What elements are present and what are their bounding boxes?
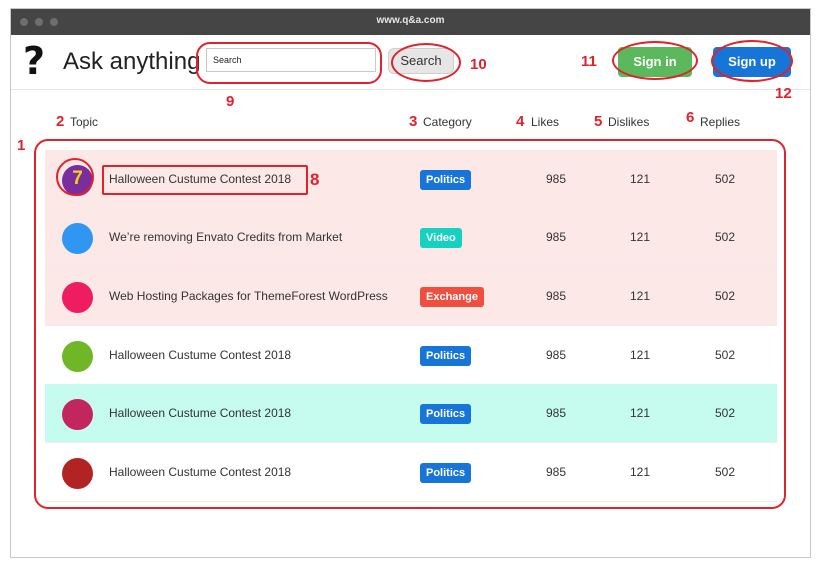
column-header-dislikes[interactable]: Dislikes xyxy=(608,115,649,129)
column-header-topic[interactable]: Topic xyxy=(70,115,98,129)
annotation-1: 1 xyxy=(17,137,26,154)
annotation-2: 2 xyxy=(56,113,65,130)
annotation-11: 11 xyxy=(581,53,597,70)
annotation-ring-topic-title xyxy=(102,165,308,195)
annotation-8: 8 xyxy=(310,170,320,189)
annotation-ring-sign-up xyxy=(711,40,793,82)
browser-titlebar: www.q&a.com xyxy=(11,9,810,35)
column-header-likes[interactable]: Likes xyxy=(531,115,559,129)
annotation-6: 6 xyxy=(686,109,695,126)
annotation-9: 9 xyxy=(226,93,235,110)
url-text: www.q&a.com xyxy=(376,15,445,26)
annotation-12: 12 xyxy=(775,85,792,102)
question-mark-logo-icon[interactable]: ? xyxy=(23,39,45,83)
site-title: Ask anything xyxy=(63,48,201,75)
annotation-5: 5 xyxy=(594,113,603,130)
annotation-ring-avatar xyxy=(56,158,94,196)
column-header-category[interactable]: Category xyxy=(423,115,472,129)
annotation-4: 4 xyxy=(516,113,525,130)
annotation-ring-search-button xyxy=(391,43,461,82)
annotation-3: 3 xyxy=(409,113,418,130)
annotation-10: 10 xyxy=(470,56,487,73)
annotation-ring-search-input xyxy=(196,42,382,84)
column-header-replies[interactable]: Replies xyxy=(700,115,740,129)
annotation-ring-sign-in xyxy=(612,41,698,80)
